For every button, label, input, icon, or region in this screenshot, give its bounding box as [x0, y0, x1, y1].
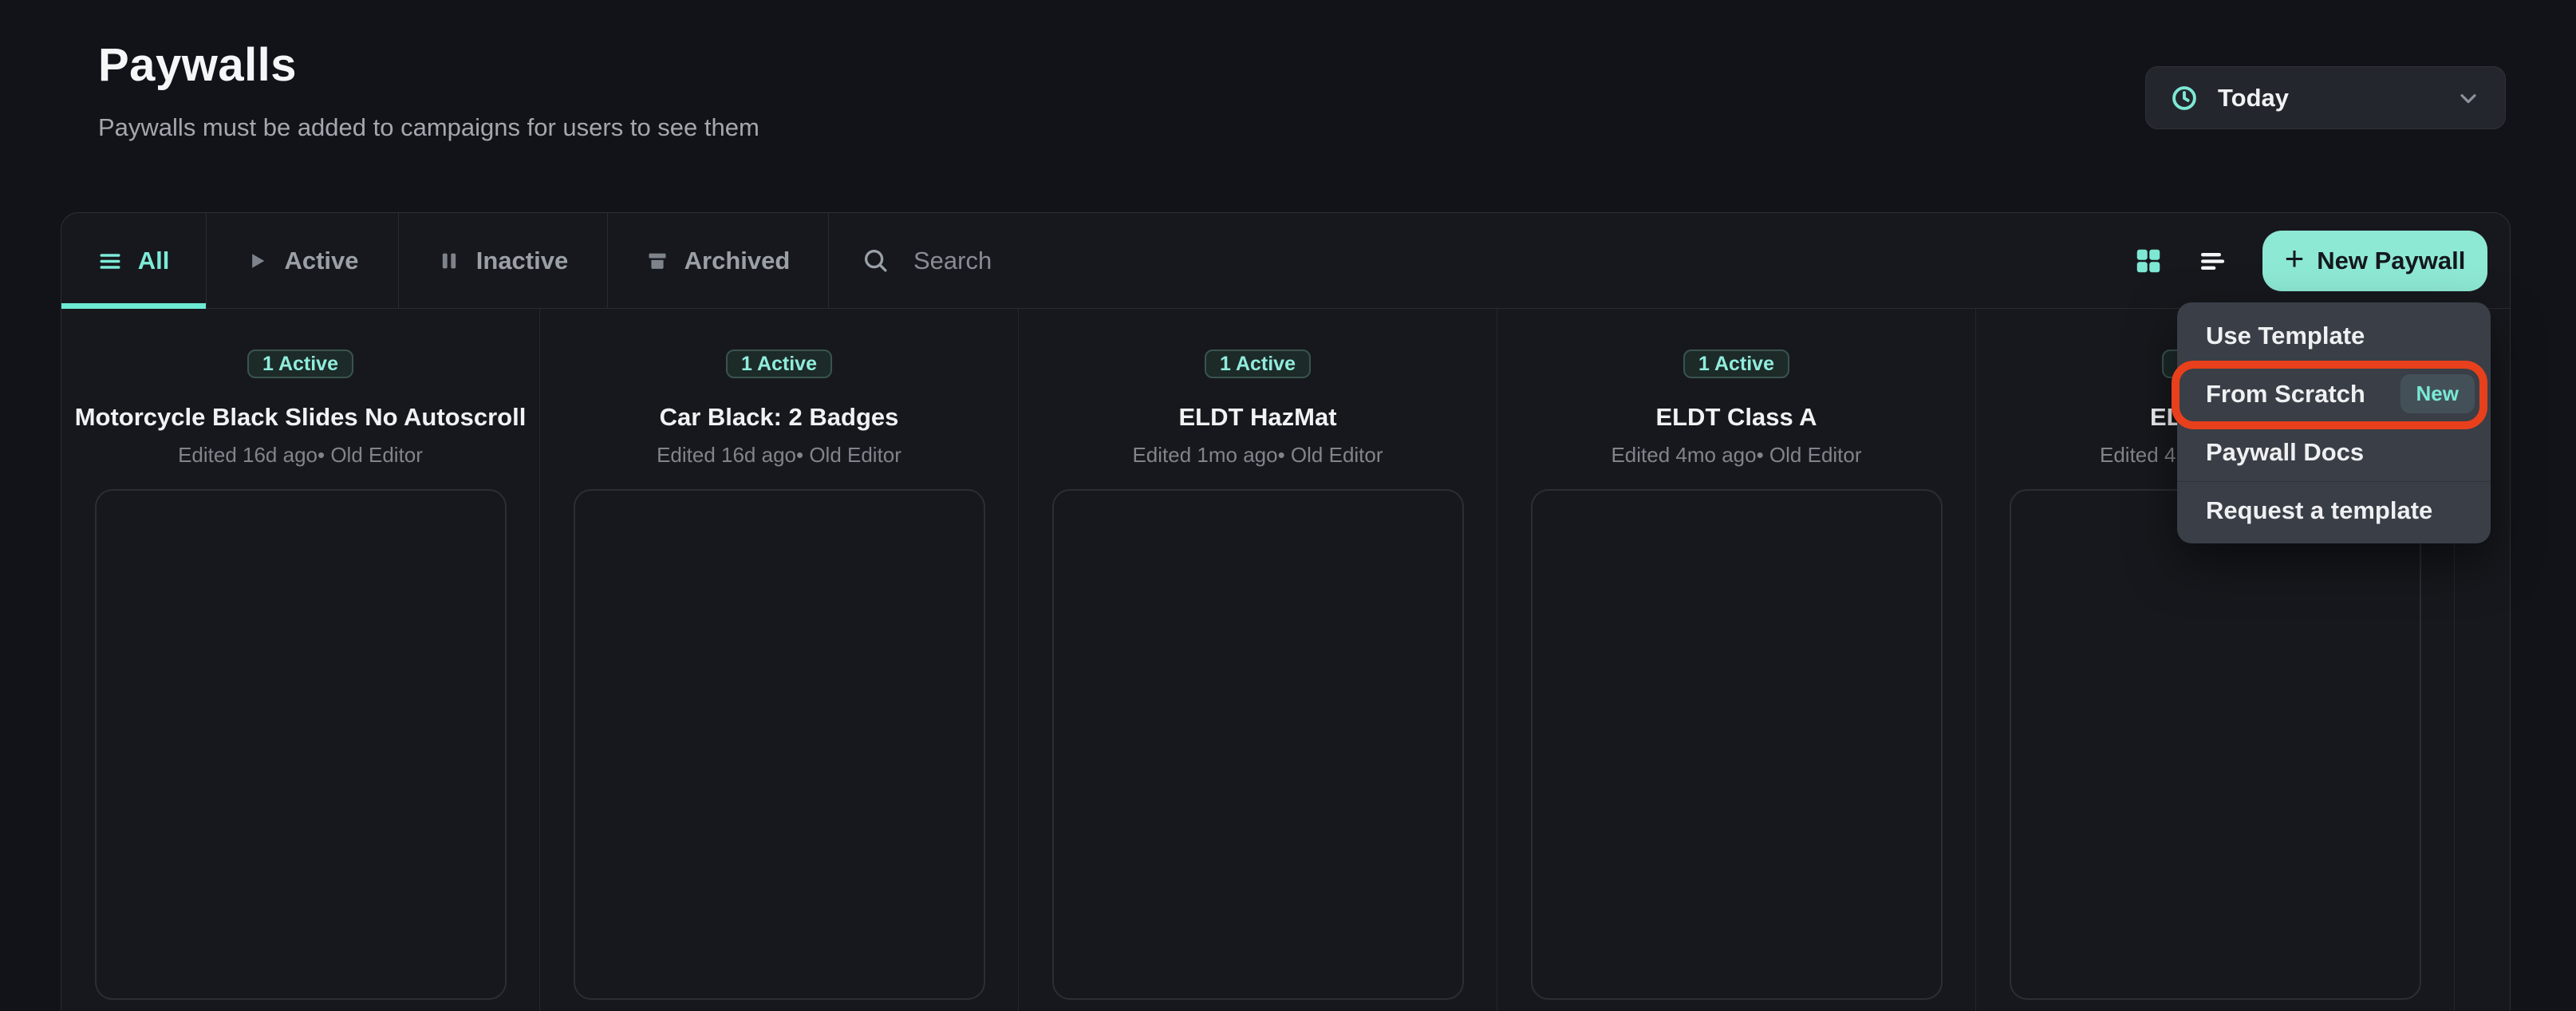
card-meta: Edited 4	[1976, 443, 2176, 468]
list-view-icon	[2197, 245, 2229, 277]
grid-view-icon	[2133, 246, 2164, 276]
status-badge: 1 Active	[726, 350, 832, 378]
tab-label: Inactive	[476, 247, 568, 275]
menu-item-from-scratch[interactable]: From Scratch New	[2177, 365, 2491, 423]
card-meta: Edited 16d ago• Old Editor	[178, 443, 423, 468]
paywalls-panel: All Active Inactive Ar	[61, 212, 2511, 1010]
paywall-preview	[574, 489, 985, 1000]
pause-icon	[438, 250, 460, 272]
new-paywall-button[interactable]: + New Paywall	[2262, 231, 2487, 291]
tab-label: All	[138, 247, 170, 275]
tab-all[interactable]: All	[61, 213, 207, 308]
status-badge: 1 Active	[1205, 350, 1311, 378]
tab-inactive[interactable]: Inactive	[399, 213, 608, 308]
paywall-preview	[95, 489, 507, 1000]
page-subtitle: Paywalls must be added to campaigns for …	[98, 113, 759, 142]
tab-active[interactable]: Active	[207, 213, 399, 308]
card-title: ELDT Class A	[1655, 403, 1817, 432]
paywall-grid: 1 Active Motorcycle Black Slides No Auto…	[61, 309, 2510, 1011]
page-title: Paywalls	[98, 38, 297, 92]
status-badge: 1 Active	[247, 350, 353, 378]
paywall-card[interactable]: 1 Active Car Black: 2 Badges Edited 16d …	[540, 309, 1019, 1011]
tab-archived[interactable]: Archived	[608, 213, 829, 308]
menu-item-label: Request a template	[2206, 496, 2432, 525]
tab-label: Active	[284, 247, 358, 275]
menu-item-use-template[interactable]: Use Template	[2177, 306, 2491, 365]
status-badge: 1 Active	[1683, 350, 1789, 378]
play-icon	[246, 250, 268, 272]
card-title: ELDT HazMat	[1178, 403, 1336, 432]
new-badge: New	[2400, 374, 2475, 413]
clock-icon	[2170, 84, 2199, 113]
new-paywall-label: New Paywall	[2317, 247, 2465, 275]
paywall-preview	[1052, 489, 1464, 1000]
archive-icon	[646, 250, 669, 272]
card-title: Motorcycle Black Slides No Autoscroll	[75, 403, 527, 432]
paywalls-toolbar: All Active Inactive Ar	[61, 213, 2510, 309]
menu-item-label: From Scratch	[2206, 380, 2365, 409]
paywall-preview	[1531, 489, 1943, 1000]
paywall-card[interactable]: 1 Active ELDT Class A Edited 4mo ago• Ol…	[1497, 309, 1976, 1011]
menu-item-label: Use Template	[2206, 322, 2365, 350]
card-title: Car Black: 2 Badges	[660, 403, 899, 432]
new-paywall-dropdown: Use Template From Scratch New Paywall Do…	[2177, 302, 2491, 543]
search-box	[829, 213, 2133, 308]
list-view-button[interactable]	[2197, 245, 2229, 277]
menu-lines-icon	[98, 249, 122, 273]
active-tab-underline	[61, 303, 206, 309]
menu-item-paywall-docs[interactable]: Paywall Docs	[2177, 423, 2491, 481]
card-meta: Edited 1mo ago• Old Editor	[1132, 443, 1383, 468]
grid-view-button[interactable]	[2133, 246, 2164, 276]
paywall-preview	[2010, 489, 2421, 1000]
paywall-card[interactable]: 1 Active ELDT HazMat Edited 1mo ago• Old…	[1019, 309, 1497, 1011]
date-filter-button[interactable]: Today	[2145, 66, 2506, 129]
search-icon	[861, 246, 891, 276]
plus-icon: +	[2285, 242, 2305, 275]
card-meta: Edited 16d ago• Old Editor	[657, 443, 901, 468]
paywall-card[interactable]: 1 Active Motorcycle Black Slides No Auto…	[61, 309, 540, 1011]
menu-item-label: Paywall Docs	[2206, 438, 2364, 467]
card-title: EL	[1976, 403, 2182, 432]
toolbar-right: + New Paywall	[2133, 213, 2510, 308]
date-filter-label: Today	[2218, 84, 2289, 113]
card-meta: Edited 4mo ago• Old Editor	[1611, 443, 1861, 468]
chevron-down-icon	[2456, 85, 2481, 111]
menu-item-request-template[interactable]: Request a template	[2177, 481, 2491, 539]
tab-label: Archived	[684, 247, 791, 275]
search-input[interactable]	[912, 246, 1470, 276]
